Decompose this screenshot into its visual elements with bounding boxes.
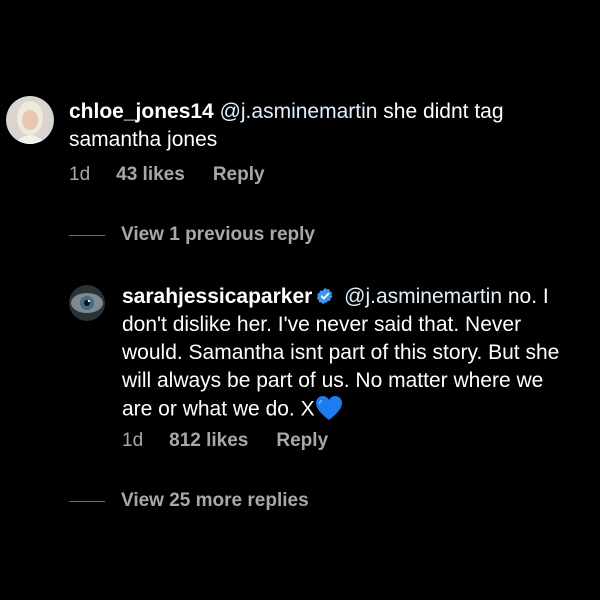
comment-sjp: sarahjessicaparker @j.asminemartin no. I… [69, 285, 562, 425]
comment-mention[interactable]: @j.asminemartin [344, 285, 502, 308]
comment-meta: 1d 812 likes Reply [122, 430, 328, 452]
comment-chloe: chloe_jones14 @j.asminemartin she didnt … [6, 96, 589, 154]
comment-username[interactable]: chloe_jones14 [69, 100, 214, 123]
comment-text: chloe_jones14 @j.asminemartin she didnt … [69, 98, 589, 154]
comment-text: sarahjessicaparker @j.asminemartin no. I… [122, 283, 562, 425]
comment-meta: 1d 43 likes Reply [69, 164, 265, 186]
comment-username[interactable]: sarahjessicaparker [122, 285, 312, 308]
view-previous-replies[interactable]: View 1 previous reply [69, 224, 315, 246]
likes-count[interactable]: 812 likes [169, 430, 248, 452]
view-previous-label[interactable]: View 1 previous reply [121, 224, 315, 246]
divider-line [69, 500, 105, 502]
verified-badge-icon [317, 287, 333, 305]
comment-mention[interactable]: @j.asminemartin [220, 100, 378, 123]
comment-time: 1d [122, 430, 144, 451]
likes-count[interactable]: 43 likes [116, 164, 185, 186]
view-more-replies[interactable]: View 25 more replies [69, 490, 309, 512]
reply-button[interactable]: Reply [213, 164, 265, 186]
avatar-sjp[interactable] [69, 285, 105, 321]
comment-time: 1d [69, 164, 91, 185]
reply-button[interactable]: Reply [276, 430, 328, 452]
view-more-label[interactable]: View 25 more replies [121, 490, 309, 512]
divider-line [69, 234, 105, 236]
blue-heart-icon [315, 396, 342, 420]
avatar-chloe[interactable] [6, 96, 54, 144]
